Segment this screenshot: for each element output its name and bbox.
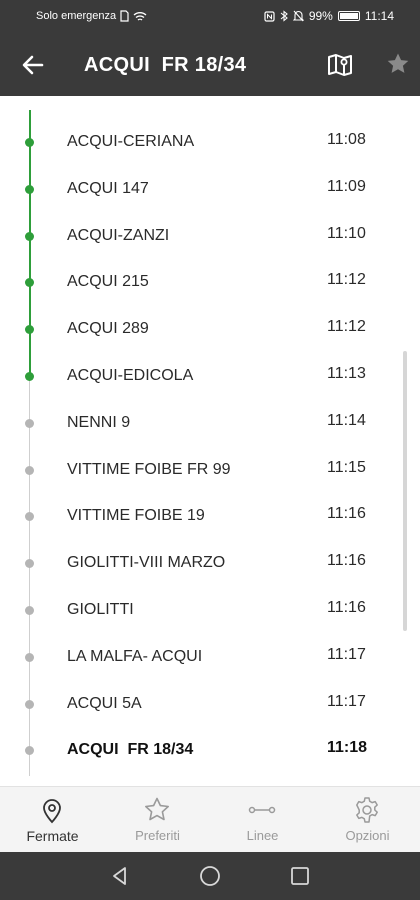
recents-square-icon [291,867,309,885]
stop-row[interactable]: ACQUI-ZANZI 11:10 [0,213,420,260]
star-outline-icon [145,797,169,821]
stop-name: VITTIME FOIBE FR 99 [67,460,231,478]
stop-row[interactable]: ACQUI 289 11:12 [0,306,420,353]
upcoming-stop-dot [25,606,34,615]
page-title: ACQUI FR 18/34 [84,54,247,76]
star-icon [387,53,409,73]
upcoming-stop-dot [25,465,34,475]
home-circle-icon [200,866,220,886]
status-bar: Solo emergenza 99% 11:14 [0,0,420,34]
stop-time: 11:16 [327,599,366,616]
map-button[interactable] [326,51,354,79]
system-home-button[interactable] [198,864,222,888]
stop-row[interactable]: NENNI 9 11:14 [0,400,420,447]
passed-stop-dot [25,372,34,381]
stop-row[interactable]: GIOLITTI 11:16 [0,587,420,634]
stop-time: 11:13 [327,365,366,382]
stop-name: ACQUI 147 [67,179,149,197]
nav-item-opzioni[interactable]: Opzioni [315,787,420,853]
stop-row[interactable]: VITTIME FOIBE FR 99 11:15 [0,447,420,494]
nav-item-linee[interactable]: Linee [210,787,315,853]
stop-row[interactable]: VITTIME FOIBE 19 11:16 [0,493,420,540]
upcoming-stop-dot [25,559,34,569]
status-bar-right: 99% 11:14 [264,9,394,23]
sim-icon [120,10,129,22]
location-pin-icon [43,799,61,824]
back-triangle-icon [113,867,126,885]
stop-time: 11:12 [327,271,366,289]
passed-stop-dot [25,231,34,241]
stop-time: 11:16 [327,505,366,523]
upcoming-stop-dot [25,652,34,662]
stop-row[interactable]: LA MALFA- ACQUI 11:17 [0,634,420,681]
nav-label-fermate: Fermate [26,828,79,844]
stop-time: 11:14 [327,411,366,429]
stop-name: NENNI 9 [67,413,131,431]
stop-name: ACQUI 289 [67,320,149,338]
upcoming-stop-dot [25,418,34,428]
nav-item-preferiti[interactable]: Preferiti [105,787,210,853]
stop-row[interactable]: GIOLITTI-VIII MARZO 11:16 [0,540,420,587]
scrollbar[interactable] [403,351,407,631]
stop-name: ACQUI 5A [67,694,142,712]
stop-time: 11:12 [327,318,366,336]
system-recents-button[interactable] [288,864,312,888]
upcoming-stop-dot [25,512,34,522]
passed-stop-dot [25,184,34,194]
stop-name: ACQUI-ZANZI [67,226,170,244]
stop-name: ACQUI 215 [67,273,149,291]
stop-name: GIOLITTI-VIII MARZO [67,554,226,572]
system-navigation-bar [0,852,420,900]
upcoming-stop-dot [25,699,34,709]
stop-name: LA MALFA- ACQUI [67,647,203,665]
battery-percent: 99% [308,9,333,23]
nav-label-linee: Linee [246,828,279,843]
nav-label-preferiti: Preferiti [135,828,180,843]
stop-row[interactable]: ACQUI 215 11:12 [0,259,420,306]
back-arrow-icon [22,55,44,75]
stop-name: ACQUI FR 18/34 [67,741,194,759]
nav-label-opzioni: Opzioni [345,828,390,843]
stop-name: VITTIME FOIBE 19 [67,507,205,525]
mute-icon [292,10,304,22]
stop-row[interactable]: ACQUI-EDICOLA 11:13 [0,353,420,400]
stop-time: 11:10 [327,224,366,242]
stop-name: ACQUI-CERIANA [67,133,195,150]
stop-row[interactable]: ACQUI-CERIANA 11:08 [0,119,420,166]
nfc-icon [264,10,275,22]
stop-row[interactable]: ACQUI FR 18/34 11:18 [0,727,420,774]
passed-stop-dot [25,138,34,147]
passed-stop-dot [25,325,34,335]
stop-time: 11:15 [327,458,366,476]
nav-item-fermate[interactable]: Fermate [0,787,105,853]
battery-icon [337,11,360,21]
stop-name: GIOLITTI [67,601,134,618]
clock: 11:14 [364,9,394,23]
stop-time: 11:18 [327,739,368,757]
stop-name: ACQUI-EDICOLA [67,367,194,384]
bluetooth-icon [280,10,288,22]
stop-list[interactable]: ACQUI-CERIANA 11:08 ACQUI 147 11:09 ACQUI-ZA… [0,96,420,786]
stop-time: 11:08 [327,131,366,148]
bottom-navigation: Fermate Preferiti Linee Opzioni [0,786,420,852]
system-back-button[interactable] [108,864,132,888]
stop-time: 11:17 [327,645,366,663]
stop-time: 11:09 [327,177,366,195]
stop-time: 11:16 [327,552,366,570]
wifi-icon [133,11,147,21]
route-line-icon [248,806,276,814]
stop-row[interactable]: ACQUI 147 11:09 [0,166,420,213]
stop-row[interactable]: ACQUI 5A 11:17 [0,681,420,728]
upcoming-stop-dot [25,746,34,756]
passed-stop-dot [25,278,34,288]
stop-time: 11:17 [327,692,366,710]
status-bar-left: Solo emergenza [36,10,147,22]
carrier-text: Solo emergenza [36,10,117,22]
favorite-button[interactable] [385,51,411,77]
app-bar: ACQUI FR 18/34 [0,34,420,96]
back-button[interactable] [18,50,48,80]
map-icon [328,54,352,76]
gear-icon [356,797,378,823]
